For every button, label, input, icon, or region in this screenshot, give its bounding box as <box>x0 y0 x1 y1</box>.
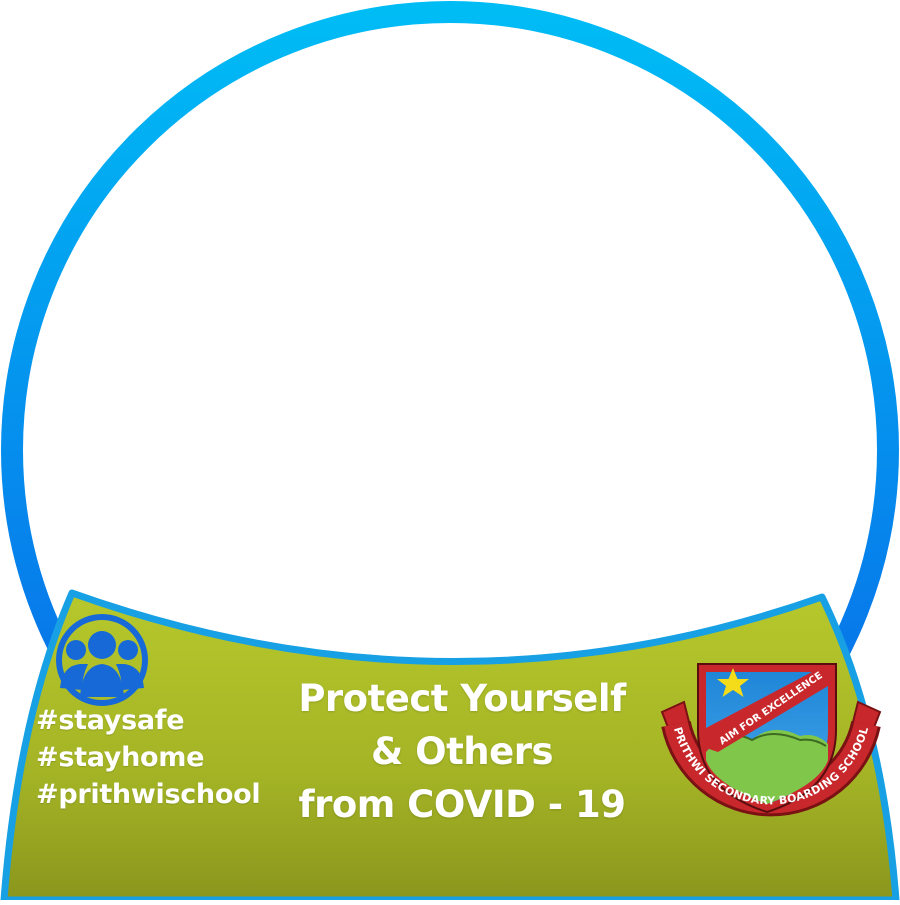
headline-line-3: from COVID - 19 <box>298 783 626 826</box>
profile-frame: AIM FOR EXCELLENCE PRITHWI SECONDARY BOA… <box>0 0 900 904</box>
hashtag-list: #staysafe #stayhome #prithwischool <box>36 702 276 813</box>
headline-line-2: & Others <box>371 730 554 773</box>
hashtag-staysafe: #staysafe <box>36 705 185 736</box>
hashtag-prithwischool: #prithwischool <box>36 779 261 810</box>
headline-line-1: Protect Yourself <box>298 677 626 720</box>
covid-headline: Protect Yourself & Others from COVID - 1… <box>262 672 662 831</box>
hashtag-stayhome: #stayhome <box>36 742 205 773</box>
